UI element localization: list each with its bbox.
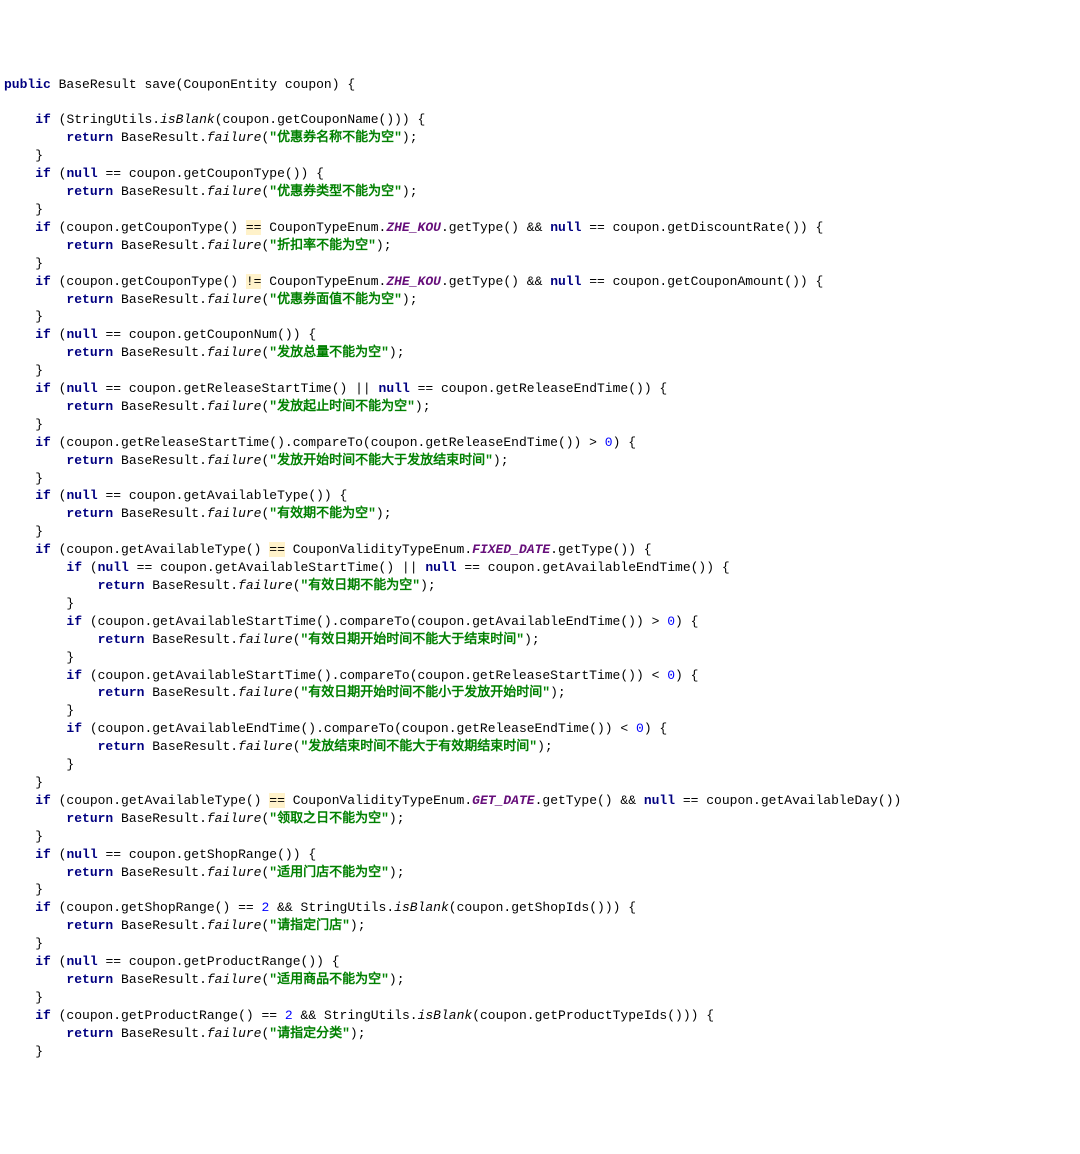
keyword-return: return xyxy=(66,184,113,199)
keyword-null: null xyxy=(66,166,97,181)
method-getreleasestarttime: getReleaseStartTime xyxy=(183,381,331,396)
string-literal: "请指定分类" xyxy=(269,1026,350,1041)
string-literal: "优惠券名称不能为空" xyxy=(269,130,402,145)
string-literal: "适用门店不能为空" xyxy=(269,865,389,880)
string-literal: "发放总量不能为空" xyxy=(269,345,389,360)
op-ne: != xyxy=(246,274,262,289)
string-literal: "优惠券面值不能为空" xyxy=(269,292,402,307)
method-getcouponname: getCouponName xyxy=(277,112,378,127)
method-getavailabletype: getAvailableType xyxy=(183,488,308,503)
method-getshopids: getShopIds xyxy=(511,900,589,915)
method-getcoupontype: getCouponType xyxy=(183,166,284,181)
keyword-if: if xyxy=(35,220,51,235)
keyword-if: if xyxy=(35,327,51,342)
enum-zhekou: ZHE_KOU xyxy=(386,274,441,289)
class-coupontypeenum: CouponTypeEnum xyxy=(269,220,378,235)
method-failure: failure xyxy=(207,130,262,145)
enum-fixeddate: FIXED_DATE xyxy=(472,542,550,557)
keyword-if: if xyxy=(35,847,51,862)
keyword-if: if xyxy=(35,166,51,181)
method-compareto: compareTo xyxy=(293,435,363,450)
number-two: 2 xyxy=(285,1008,293,1023)
keyword-if: if xyxy=(35,793,51,808)
op-eq: == xyxy=(269,793,285,808)
keyword-if: if xyxy=(35,435,51,450)
number-zero: 0 xyxy=(636,721,644,736)
keyword-if: if xyxy=(35,381,51,396)
keyword-if: if xyxy=(35,488,51,503)
number-two: 2 xyxy=(261,900,269,915)
enum-getdate: GET_DATE xyxy=(472,793,534,808)
op-eq: == xyxy=(246,220,262,235)
method-getcouponnum: getCouponNum xyxy=(183,327,277,342)
param-name: coupon xyxy=(285,77,332,92)
keyword-if: if xyxy=(35,900,51,915)
return-type: BaseResult xyxy=(59,77,137,92)
string-literal: "领取之日不能为空" xyxy=(269,811,389,826)
string-literal: "请指定门店" xyxy=(269,918,350,933)
enum-zhekou: ZHE_KOU xyxy=(386,220,441,235)
keyword-return: return xyxy=(66,130,113,145)
number-zero: 0 xyxy=(667,668,675,683)
keyword-public: public xyxy=(4,77,51,92)
class-couponvaliditytypeenum: CouponValidityTypeEnum xyxy=(293,542,465,557)
number-zero: 0 xyxy=(667,614,675,629)
method-getreleaseendtime: getReleaseEndTime xyxy=(496,381,629,396)
string-literal: "有效日期开始时间不能大于结束时间" xyxy=(301,632,525,647)
keyword-if: if xyxy=(35,542,51,557)
method-getavailablestarttime: getAvailableStartTime xyxy=(215,560,379,575)
string-literal: "优惠券类型不能为空" xyxy=(269,184,402,199)
string-literal: "有效日期开始时间不能小于发放开始时间" xyxy=(301,685,551,700)
keyword-if: if xyxy=(66,614,82,629)
keyword-if: if xyxy=(35,274,51,289)
string-literal: "有效日期不能为空" xyxy=(301,578,421,593)
method-getavailableendtime: getAvailableEndTime xyxy=(542,560,690,575)
keyword-if: if xyxy=(35,1008,51,1023)
string-literal: "发放结束时间不能大于有效期结束时间" xyxy=(301,739,538,754)
method-getdiscountrate: getDiscountRate xyxy=(667,220,784,235)
class-stringutils: StringUtils xyxy=(66,112,152,127)
number-zero: 0 xyxy=(605,435,613,450)
keyword-if: if xyxy=(35,112,51,127)
code-block: public BaseResult save(CouponEntity coup… xyxy=(4,76,1076,1061)
string-literal: "折扣率不能为空" xyxy=(269,238,376,253)
class-baseresult: BaseResult xyxy=(121,130,199,145)
keyword-if: if xyxy=(66,668,82,683)
method-getavailableday: getAvailableDay xyxy=(761,793,878,808)
string-literal: "发放开始时间不能大于发放结束时间" xyxy=(269,453,493,468)
method-name: save xyxy=(144,77,175,92)
keyword-if: if xyxy=(66,560,82,575)
string-literal: "发放起止时间不能为空" xyxy=(269,399,415,414)
string-literal: "适用商品不能为空" xyxy=(269,972,389,987)
keyword-if: if xyxy=(66,721,82,736)
method-getproductrange: getProductRange xyxy=(183,954,300,969)
keyword-if: if xyxy=(35,954,51,969)
param-type: CouponEntity xyxy=(183,77,277,92)
method-getcouponamount: getCouponAmount xyxy=(667,274,784,289)
method-isblank: isBlank xyxy=(160,112,215,127)
method-getproducttypeids: getProductTypeIds xyxy=(535,1008,668,1023)
method-getshoprange: getShopRange xyxy=(183,847,277,862)
op-eq: == xyxy=(269,542,285,557)
string-literal: "有效期不能为空" xyxy=(269,506,376,521)
